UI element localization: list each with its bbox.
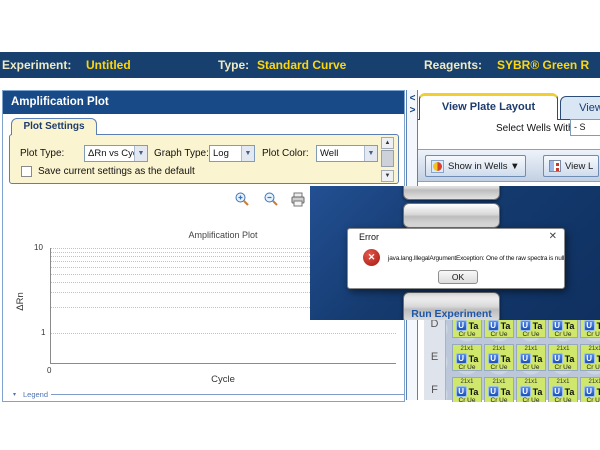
error-dialog: Error ✕ ✕ java.lang.IllegalArgumentExcep… [347,228,565,289]
select-wells-label: Select Wells With: [496,123,576,134]
zoom-out-icon[interactable] [263,191,279,212]
well-color-icon [431,160,444,173]
panel-title: Amplification Plot [3,91,404,114]
reagents-label: Reagents: [424,58,482,72]
show-in-wells-button[interactable]: Show in Wells ▼ [425,155,526,177]
bottom-whitespace [0,402,600,450]
x-axis-label: Cycle [50,374,396,385]
scroll-down-icon[interactable]: ▼ [381,170,394,182]
task-unknown-icon: U [488,353,499,364]
well-e4[interactable]: 21x1UTaCr Ue [548,344,578,371]
type-value: Standard Curve [257,58,346,72]
task-unknown-icon: U [584,353,595,364]
y-tick-10: 10 [34,243,43,252]
legend-divider [51,394,405,395]
scroll-up-icon[interactable]: ▲ [381,137,394,149]
show-in-wells-label: Show in Wells ▼ [448,161,520,172]
task-unknown-icon: U [552,320,563,331]
task-unknown-icon: U [552,386,563,397]
y-tick-1: 1 [41,328,45,337]
settings-scrollbar[interactable]: ▲ ▼ [381,137,394,182]
chevron-down-icon[interactable]: ▼ [364,146,377,161]
task-unknown-icon: U [456,320,467,331]
type-label: Type: [218,58,249,72]
tab-view-plate-layout[interactable]: View Plate Layout [419,93,558,120]
row-label-e: E [424,351,445,363]
reagents-value: SYBR® Green R [497,58,589,72]
select-wells-dropdown[interactable]: - S [570,119,600,136]
task-unknown-icon: U [520,386,531,397]
run-experiment-button[interactable]: Run Experiment [403,292,500,320]
plot-color-select[interactable]: Well ▼ [316,145,378,162]
well-e5[interactable]: 21x1UTaCr Ue [580,344,600,371]
well-e2[interactable]: 21x1UTaCr Ue [484,344,514,371]
task-unknown-icon: U [552,353,563,364]
x-axis [50,363,396,364]
task-unknown-icon: U [456,386,467,397]
y-axis [50,248,51,363]
task-unknown-icon: U [520,353,531,364]
well-e1[interactable]: 21x1UTaCr Ue [452,344,482,371]
legend-label: Legend [23,390,48,399]
task-unknown-icon: U [584,386,595,397]
graph-type-select[interactable]: Log ▼ [209,145,255,162]
tab-view-well-table[interactable]: View [560,96,600,120]
app-window: Experiment: Untitled Type: Standard Curv… [0,0,600,450]
save-default-label: Save current settings as the default [38,166,195,177]
scrollbar-thumb[interactable] [381,150,394,167]
zoom-in-icon[interactable] [234,191,250,212]
plot-color-label: Plot Color: [262,148,309,159]
plot-type-label: Plot Type: [20,148,64,159]
legend-section: ▾ Legend [13,390,403,402]
graph-type-label: Graph Type: [154,148,209,159]
run-experiment-label: Run Experiment [411,308,492,320]
task-unknown-icon: U [520,320,531,331]
plot-type-select[interactable]: ΔRn vs Cycle ▼ [84,145,148,162]
task-unknown-icon: U [488,320,499,331]
well-f2[interactable]: 21x1UTaCr Ue [484,377,514,404]
well-f1[interactable]: 21x1UTaCr Ue [452,377,482,404]
error-message: java.lang.IllegalArgumentException: One … [388,255,562,262]
wizard-button-middle[interactable] [403,203,500,228]
experiment-label: Experiment: [2,58,71,72]
gridline [50,333,396,334]
task-unknown-icon: U [456,353,467,364]
table-grid-icon [549,160,561,172]
ok-button[interactable]: OK [438,270,478,284]
plot-settings-body: Plot Type: ΔRn vs Cycle ▼ Graph Type: Lo… [9,134,399,184]
chevron-down-icon[interactable]: ▼ [134,146,147,161]
plot-color-value: Well [320,148,338,159]
view-legend-label: View L [565,161,593,172]
well-e3[interactable]: 21x1UTaCr Ue [516,344,546,371]
task-unknown-icon: U [584,320,595,331]
expand-right-icon[interactable]: > [408,105,417,116]
legend-collapse-icon[interactable]: ▾ [13,391,16,398]
experiment-header-bar: Experiment: Untitled Type: Standard Curv… [0,52,600,78]
well-f3[interactable]: 21x1UTaCr Ue [516,377,546,404]
graph-type-value: Log [213,148,229,159]
save-default-checkbox[interactable] [21,166,32,177]
dialog-title: Error [359,232,379,242]
row-label-f: F [424,384,445,396]
well-f5[interactable]: 21x1UTaCr Ue [580,377,600,404]
collapse-left-icon[interactable]: < [408,93,417,104]
plate-toolbar: Show in Wells ▼ View L [418,149,600,182]
chevron-down-icon[interactable]: ▼ [241,146,254,161]
task-unknown-icon: U [488,386,499,397]
well-f4[interactable]: 21x1UTaCr Ue [548,377,578,404]
print-icon[interactable] [290,192,306,212]
y-axis-label: ΔRn [15,292,26,311]
experiment-value: Untitled [86,58,131,72]
view-legend-button[interactable]: View L [543,155,599,177]
error-icon: ✕ [363,249,380,266]
plot-settings-tab[interactable]: Plot Settings [11,118,97,135]
close-icon[interactable]: ✕ [549,231,557,242]
wizard-button-top[interactable] [403,186,500,200]
